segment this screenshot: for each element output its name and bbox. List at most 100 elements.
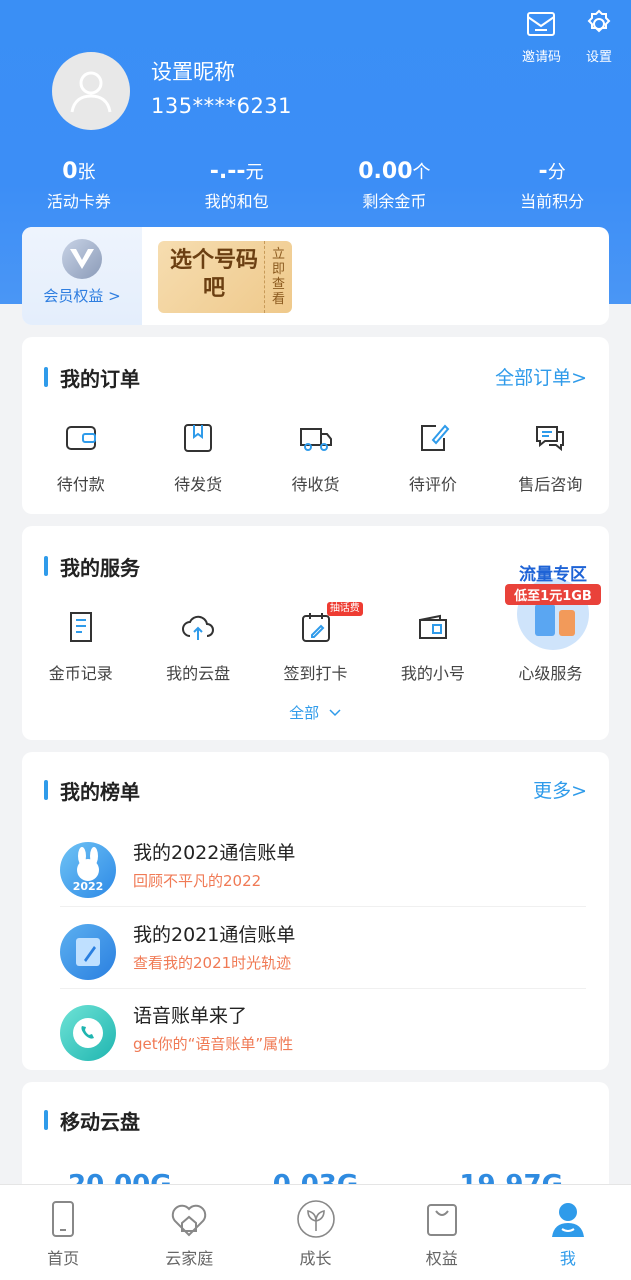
order-pending-shipment[interactable]: 待发货 <box>139 421 256 495</box>
stat-unit: 张 <box>77 162 96 183</box>
stat-label: 活动卡券 <box>46 192 111 211</box>
tab-me[interactable]: 我 <box>505 1185 631 1280</box>
rankings-title: 我的榜单 <box>44 776 140 805</box>
stat-label: 我的和包 <box>204 192 269 211</box>
top-actions: 邀请码 设置 <box>522 8 615 65</box>
order-pending-payment[interactable]: 待付款 <box>22 421 139 495</box>
ranking-item-2021-bill[interactable]: 我的2021通信账单 查看我的2021时光轨迹 <box>60 916 586 998</box>
cloud-title: 移动云盘 <box>44 1106 140 1135</box>
service-label: 金币记录 <box>48 664 113 683</box>
divider <box>60 988 586 989</box>
orders-card: 我的订单 全部订单> 待付款 待发货 待收货 待评价 售后咨询 <box>22 337 609 514</box>
service-check-in[interactable]: 抽话费 签到打卡 <box>257 602 374 684</box>
invite-code-label: 邀请码 <box>521 50 561 65</box>
stat-value: -.-- <box>209 159 246 184</box>
bottom-tab-bar: 首页 云家庭 成长 权益 我 <box>0 1184 631 1280</box>
stat-unit: 个 <box>412 162 431 183</box>
member-benefits-label: 会员权益 > <box>43 287 121 305</box>
tab-benefits[interactable]: 权益 <box>379 1185 505 1280</box>
home-heart-icon <box>172 1204 207 1237</box>
chat-icon <box>536 426 565 452</box>
rankings-card: 我的榜单 更多> 2022 我的2022通信账单 回顾不平凡的2022 我的20… <box>22 752 609 1070</box>
service-label: 我的小号 <box>400 664 465 683</box>
phone-call-icon <box>60 1005 116 1061</box>
ranking-title: 我的2021通信账单 <box>133 924 296 946</box>
service-cloud-drive[interactable]: 我的云盘 <box>139 610 256 684</box>
order-label: 售后咨询 <box>518 475 583 494</box>
tab-cloud-family[interactable]: 云家庭 <box>126 1185 252 1280</box>
stat-wallet[interactable]: -.--元 我的和包 <box>158 158 316 212</box>
service-label: 我的云盘 <box>166 664 231 683</box>
order-label: 待发货 <box>174 475 223 494</box>
ranking-subtitle: 查看我的2021时光轨迹 <box>133 954 292 972</box>
avatar[interactable] <box>52 52 130 130</box>
person-icon <box>551 1203 584 1237</box>
services-all-button[interactable]: 全部 <box>22 702 609 723</box>
package-icon <box>184 424 213 452</box>
order-after-sales[interactable]: 售后咨询 <box>492 421 609 495</box>
service-coin-record[interactable]: 金币记录 <box>22 610 139 684</box>
lottery-badge: 抽话费 <box>326 602 363 616</box>
services-all-label: 全部 <box>289 704 320 722</box>
services-card: 我的服务 流量专区 低至1元1GB 金币记录 我的云盘 抽话费 签到打卡 我的小… <box>22 526 609 740</box>
envelope-icon <box>527 12 556 36</box>
promo-subtitle: 低至1元1GB <box>505 584 601 605</box>
tab-label: 我 <box>559 1249 576 1268</box>
stat-value: - <box>538 159 548 184</box>
ranking-subtitle: get你的“语音账单”属性 <box>133 1035 294 1053</box>
all-orders-link[interactable]: 全部订单> <box>495 363 587 390</box>
order-pending-receipt[interactable]: 待收货 <box>257 421 374 495</box>
chevron-down-icon <box>329 709 341 717</box>
ranking-item-2022-bill[interactable]: 2022 我的2022通信账单 回顾不平凡的2022 <box>60 834 586 916</box>
order-pending-review[interactable]: 待评价 <box>374 421 491 495</box>
vip-badge-icon <box>62 239 102 279</box>
nickname[interactable]: 设置昵称 <box>151 56 235 86</box>
tab-label: 云家庭 <box>165 1249 214 1268</box>
orders-row: 待付款 待发货 待收货 待评价 售后咨询 <box>22 421 609 495</box>
stat-coins[interactable]: 0.00个 剩余金币 <box>316 158 474 212</box>
card-icon <box>418 614 447 639</box>
phone-number: 135****6231 <box>151 94 293 118</box>
phone-icon <box>52 1201 75 1237</box>
services-row: 金币记录 我的云盘 抽话费 签到打卡 我的小号 心级服务 <box>22 602 609 684</box>
ranking-item-voice-bill[interactable]: 语音账单来了 get你的“语音账单”属性 <box>60 997 586 1079</box>
ticket-main-text: 选个号码吧 <box>169 248 258 301</box>
stat-unit: 分 <box>547 162 566 183</box>
service-star-level[interactable]: 心级服务 <box>492 610 609 684</box>
tab-home[interactable]: 首页 <box>0 1185 126 1280</box>
sprout-icon <box>296 1200 335 1238</box>
stat-label: 当前积分 <box>520 192 585 211</box>
service-label: 签到打卡 <box>283 664 348 683</box>
order-label: 待评价 <box>408 475 457 494</box>
settings-label: 设置 <box>585 50 612 65</box>
tab-growth[interactable]: 成长 <box>252 1185 378 1280</box>
truck-icon <box>299 428 332 451</box>
order-label: 待收货 <box>291 475 340 494</box>
tab-label: 成长 <box>299 1249 332 1268</box>
wallet-icon <box>65 426 96 450</box>
settings-button[interactable]: 设置 <box>583 8 615 65</box>
service-label: 心级服务 <box>518 664 583 683</box>
choose-number-banner[interactable]: 选个号码吧 立即查看 <box>158 241 292 313</box>
invite-code-button[interactable]: 邀请码 <box>522 8 561 65</box>
edit-icon <box>420 424 450 451</box>
member-benefits-button[interactable]: 会员权益 > <box>22 227 142 325</box>
gear-icon <box>587 9 611 33</box>
rankings-more-link[interactable]: 更多> <box>533 776 587 803</box>
ranking-title: 我的2022通信账单 <box>133 842 296 864</box>
account-stats: 0张 活动卡券 -.--元 我的和包 0.00个 剩余金币 -分 当前积分 <box>0 158 631 212</box>
orders-title: 我的订单 <box>44 363 140 392</box>
stat-value: 0 <box>62 159 78 184</box>
badge-2022-text: 2022 <box>72 880 104 893</box>
stat-coupons[interactable]: 0张 活动卡券 <box>0 158 158 212</box>
service-sub-number[interactable]: 我的小号 <box>374 610 491 684</box>
user-placeholder-icon <box>70 71 112 113</box>
stat-label: 剩余金币 <box>362 192 427 211</box>
shopping-bag-icon <box>426 1204 457 1236</box>
tab-label: 权益 <box>425 1249 458 1268</box>
ranking-subtitle: 回顾不平凡的2022 <box>133 872 262 890</box>
stat-unit: 元 <box>245 162 264 183</box>
star-service-icon <box>533 610 567 644</box>
stat-points[interactable]: -分 当前积分 <box>473 158 631 212</box>
stat-value: 0.00 <box>358 159 413 184</box>
